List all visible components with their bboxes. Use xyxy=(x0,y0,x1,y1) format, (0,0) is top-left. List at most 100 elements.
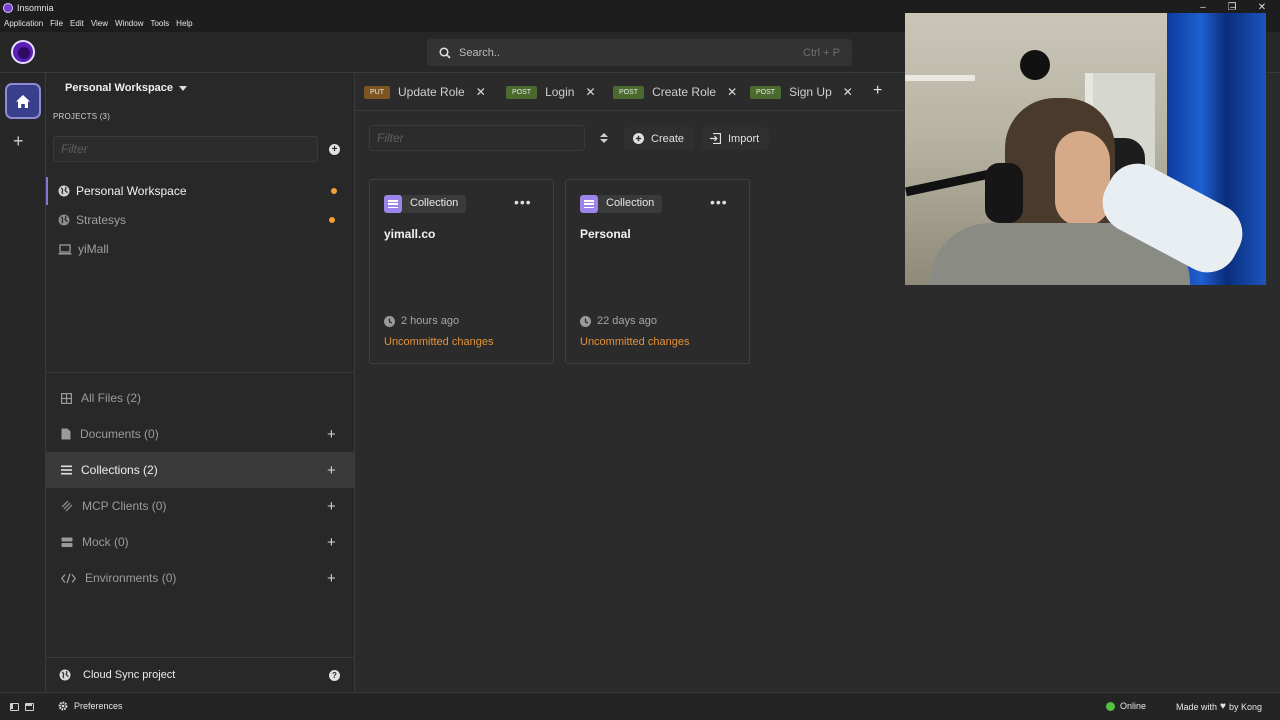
project-item-personal-workspace[interactable]: Personal Workspace xyxy=(46,177,354,205)
add-organization-button[interactable]: + xyxy=(13,132,24,150)
more-options-icon[interactable]: ••• xyxy=(710,195,728,209)
add-collection-button[interactable]: + xyxy=(327,463,336,478)
more-options-icon[interactable]: ••• xyxy=(514,195,532,209)
close-tab-icon[interactable]: ✕ xyxy=(585,85,595,99)
sidebar-divider xyxy=(46,372,354,373)
document-icon xyxy=(61,428,71,440)
uncommitted-changes-status: Uncommitted changes xyxy=(384,336,494,348)
menu-tools[interactable]: Tools xyxy=(150,19,169,28)
close-tab-icon[interactable]: ✕ xyxy=(476,85,486,99)
projects-heading: PROJECTS (3) xyxy=(53,112,111,121)
nav-environments[interactable]: Environments (0) + xyxy=(46,560,354,596)
nav-collections[interactable]: Collections (2) + xyxy=(46,452,354,488)
project-item-yimall[interactable]: yiMall xyxy=(46,235,354,263)
add-document-button[interactable]: + xyxy=(327,427,336,442)
help-icon[interactable]: ? xyxy=(329,670,340,681)
nav-mock[interactable]: Mock (0) + xyxy=(46,524,354,560)
status-bar: Preferences Online Made with ♥ by Kong xyxy=(0,692,1280,720)
heart-icon: ♥ xyxy=(1220,701,1226,712)
method-badge: POST xyxy=(750,85,782,99)
preferences-button[interactable]: Preferences xyxy=(58,701,123,711)
window-title: Insomnia xyxy=(17,2,54,13)
nav-all-files[interactable]: All Files (2) xyxy=(46,380,354,416)
tab-sign-up[interactable]: POST Sign Up ✕ xyxy=(750,73,853,111)
project-label: Stratesys xyxy=(76,213,127,227)
method-badge: POST xyxy=(506,85,538,99)
tab-update-role[interactable]: PUT Update Role ✕ xyxy=(364,73,486,111)
made-with-love[interactable]: Made with ♥ by Kong xyxy=(1176,701,1262,712)
request-tabs: PUT Update Role ✕ POST Login ✕ POST Crea… xyxy=(355,73,903,111)
collection-card-yimall[interactable]: Collection ••• yimall.co 2 hours ago Unc… xyxy=(369,179,554,364)
server-icon xyxy=(61,537,73,547)
collection-icon xyxy=(384,195,402,213)
menu-help[interactable]: Help xyxy=(176,19,192,28)
project-filter-input[interactable]: Filter xyxy=(53,136,318,162)
nav-label: Documents (0) xyxy=(80,427,159,441)
unsynced-indicator xyxy=(331,188,337,194)
menu-application[interactable]: Application xyxy=(4,19,43,28)
wall-clock xyxy=(1020,50,1050,80)
modified-time-text: 22 days ago xyxy=(597,315,657,327)
search-bar[interactable]: Search.. Ctrl + P xyxy=(427,39,852,66)
tab-login[interactable]: POST Login ✕ xyxy=(506,73,596,111)
modified-time: 22 days ago xyxy=(580,315,657,327)
tab-label: Create Role xyxy=(652,85,717,99)
insomnia-logo[interactable] xyxy=(11,40,35,64)
project-item-stratesys[interactable]: Stratesys xyxy=(46,206,354,234)
webcam-overlay xyxy=(905,13,1266,285)
grid-icon xyxy=(61,392,72,404)
collection-card-personal[interactable]: Collection ••• Personal 22 days ago Unco… xyxy=(565,179,750,364)
gear-icon xyxy=(58,701,68,711)
sidebar: Personal Workspace PROJECTS (3) Filter +… xyxy=(46,73,355,692)
collection-icon xyxy=(580,195,598,213)
collection-name: Personal xyxy=(580,227,631,241)
unsynced-indicator xyxy=(329,217,335,223)
microphone xyxy=(985,163,1023,223)
clock-icon xyxy=(384,315,395,327)
menu-file[interactable]: File xyxy=(50,19,63,28)
project-label: yiMall xyxy=(78,242,109,256)
method-badge: POST xyxy=(613,85,645,99)
toggle-sidebar-icon[interactable] xyxy=(10,703,19,711)
menu-view[interactable]: View xyxy=(91,19,108,28)
tab-label: Update Role xyxy=(398,85,465,99)
mcp-icon xyxy=(61,500,73,512)
cloud-sync-row[interactable]: Cloud Sync project ? xyxy=(46,657,354,692)
collection-filter-input[interactable]: Filter xyxy=(369,125,585,151)
close-tab-icon[interactable]: ✕ xyxy=(843,85,853,99)
by-kong-label: by Kong xyxy=(1228,701,1262,712)
online-indicator xyxy=(1106,701,1115,711)
menu-window[interactable]: Window xyxy=(115,19,143,28)
sort-up-icon xyxy=(600,133,608,137)
add-project-button[interactable]: + xyxy=(329,144,340,155)
import-label: Import xyxy=(728,132,760,145)
search-shortcut: Ctrl + P xyxy=(803,46,840,59)
nav-documents[interactable]: Documents (0) + xyxy=(46,416,354,452)
add-mock-button[interactable]: + xyxy=(327,535,336,550)
preferences-label: Preferences xyxy=(74,701,123,711)
new-tab-button[interactable]: + xyxy=(873,83,882,99)
import-button[interactable]: Import xyxy=(701,127,770,150)
modified-time: 2 hours ago xyxy=(384,315,459,327)
made-with-label: Made with xyxy=(1176,701,1218,712)
menu-edit[interactable]: Edit xyxy=(70,19,84,28)
collection-badge: Collection xyxy=(402,195,467,213)
toggle-panel-icon[interactable] xyxy=(25,703,34,711)
method-badge: PUT xyxy=(364,85,390,99)
sort-button[interactable] xyxy=(599,131,609,145)
uncommitted-changes-status: Uncommitted changes xyxy=(580,336,690,348)
search-icon xyxy=(439,46,451,59)
globe-icon xyxy=(58,185,70,197)
close-tab-icon[interactable]: ✕ xyxy=(727,85,737,99)
search-placeholder: Search.. xyxy=(459,46,500,59)
home-button[interactable] xyxy=(5,83,41,119)
add-mcp-client-button[interactable]: + xyxy=(327,499,336,514)
tab-create-role[interactable]: POST Create Role ✕ xyxy=(613,73,737,111)
workspace-switcher[interactable]: Personal Workspace xyxy=(65,82,188,94)
streamer-face xyxy=(1055,131,1110,226)
create-button[interactable]: Create xyxy=(624,127,695,150)
collection-name: yimall.co xyxy=(384,227,436,241)
sort-down-icon xyxy=(600,139,608,143)
add-environment-button[interactable]: + xyxy=(327,571,336,586)
nav-mcp-clients[interactable]: MCP Clients (0) + xyxy=(46,488,354,524)
